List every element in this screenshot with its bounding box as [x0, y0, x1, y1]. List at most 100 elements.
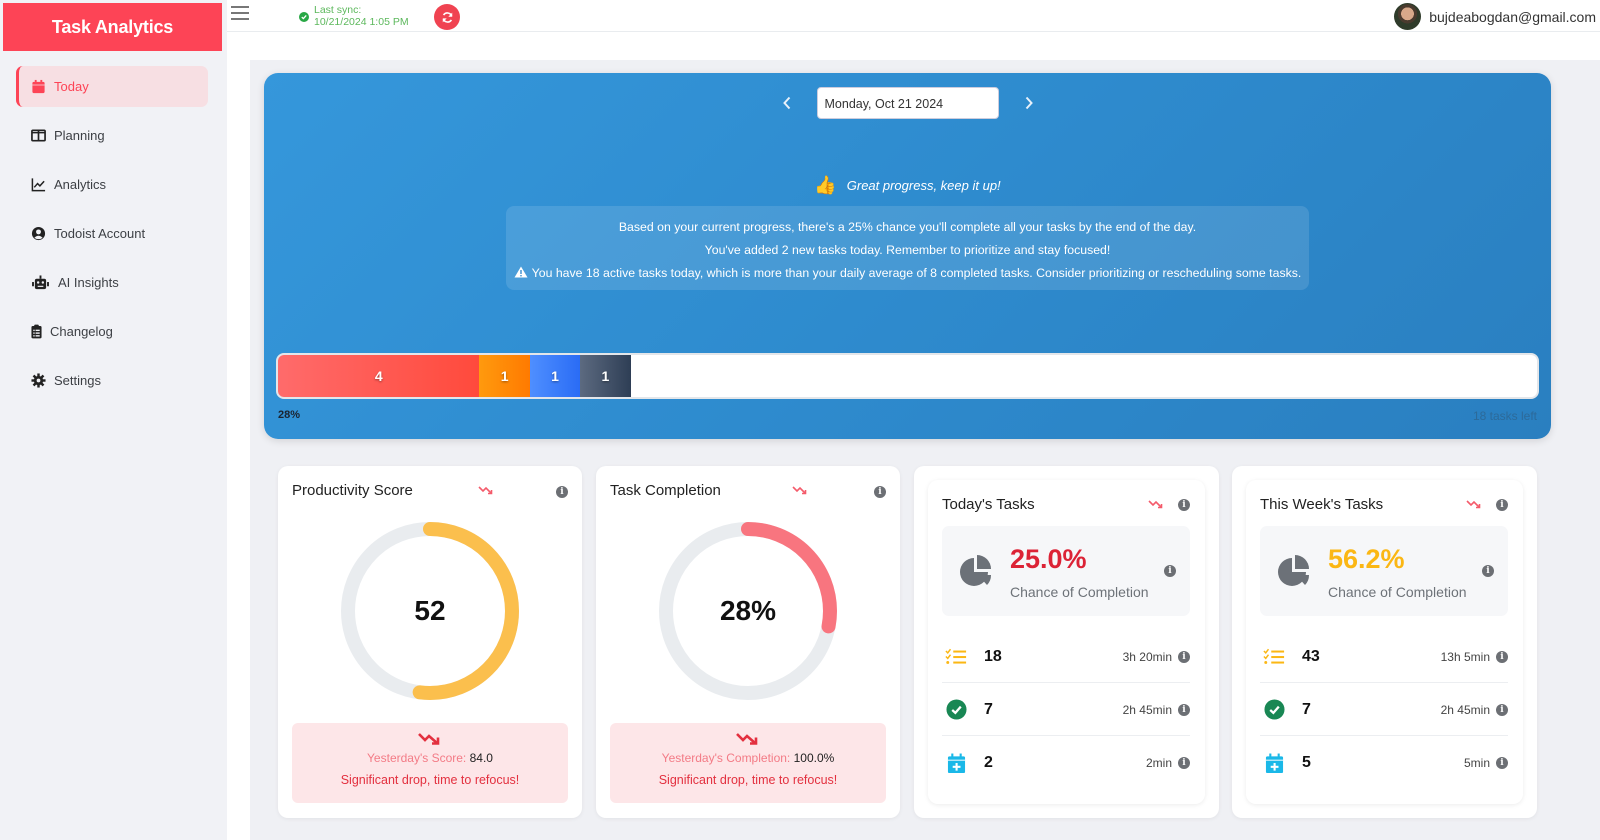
- sidebar-nav: Today Planning Analytics Todoist Account…: [16, 66, 208, 409]
- hamburger-menu-icon[interactable]: [231, 6, 249, 22]
- date-navigator: Monday, Oct 21 2024: [264, 87, 1551, 119]
- previous-value: Yesterday's Completion: 100.0%: [610, 751, 886, 765]
- sidebar-item-analytics[interactable]: Analytics: [16, 164, 208, 205]
- added-tasks-duration: 5min: [1463, 756, 1490, 770]
- calendar-plus-icon: [1262, 752, 1286, 774]
- completed-tasks-duration: 2h 45min: [1440, 702, 1490, 717]
- week-tasks-inner: This Week's Tasks i 56.2% Chance of Comp…: [1246, 480, 1523, 804]
- sidebar-item-label: Settings: [54, 373, 101, 388]
- info-icon[interactable]: i: [1178, 499, 1190, 511]
- next-day-button[interactable]: [1017, 91, 1041, 115]
- progress-segment: 4: [278, 355, 480, 397]
- todays-tasks-inner: Today's Tasks i 25.0% Chance of Completi…: [928, 480, 1205, 804]
- insight-warning-line: You have 18 active tasks today, which is…: [506, 262, 1309, 285]
- app-title[interactable]: Task Analytics: [3, 3, 222, 51]
- previous-day-button[interactable]: [775, 91, 799, 115]
- completed-tasks-count: 7: [1302, 700, 1311, 718]
- added-tasks-count: 5: [1302, 754, 1311, 771]
- pie-chart-icon: [1278, 555, 1310, 586]
- comparison-box: Yesterday's Completion: 100.0% Significa…: [610, 723, 886, 803]
- sidebar-item-label: AI Insights: [58, 275, 119, 290]
- user-email: bujdeabogdan@gmail.com: [1429, 8, 1596, 25]
- previous-value: Yesterday's Score: 84.0: [292, 751, 568, 765]
- card-title: Productivity Score: [292, 482, 413, 499]
- info-icon[interactable]: i: [1164, 565, 1176, 577]
- card-title: This Week's Tasks: [1260, 496, 1384, 513]
- info-icon[interactable]: i: [874, 486, 886, 498]
- completion-chance-value: 25.0%: [1010, 544, 1087, 574]
- refresh-button[interactable]: [434, 4, 460, 30]
- info-icon[interactable]: i: [1482, 565, 1494, 577]
- progress-percent: 28%: [278, 409, 301, 421]
- info-icon[interactable]: i: [1178, 650, 1190, 663]
- productivity-score-value: 52: [414, 595, 446, 626]
- user-circle-icon: [30, 226, 46, 242]
- task-progress-bar: 4111: [276, 353, 1539, 399]
- completed-tasks-row: 7 2h 45min i: [1260, 684, 1508, 736]
- completed-tasks-duration: 2h 45min: [1122, 702, 1172, 717]
- trend-down-icon: [736, 733, 758, 745]
- check-circle-icon: [1262, 699, 1286, 721]
- completion-value: 28%: [719, 595, 777, 626]
- check-circle-icon: [299, 12, 309, 22]
- active-tasks-row: 18 3h 20min i: [942, 631, 1190, 683]
- productivity-score-card: Productivity Score i 52 Yesterday's Scor…: [278, 466, 582, 818]
- insights-box: Based on your current progress, there's …: [506, 206, 1309, 290]
- clipboard-list-icon: [30, 324, 42, 340]
- info-icon[interactable]: i: [1496, 757, 1508, 769]
- sidebar: Task Analytics Today Planning Analytics …: [0, 0, 227, 840]
- sidebar-item-ai-insights[interactable]: AI Insights: [16, 262, 208, 303]
- progress-segment: 1: [580, 355, 631, 397]
- trend-down-icon: [1148, 500, 1163, 509]
- insight-line: You've added 2 new tasks today. Remember…: [704, 243, 1111, 257]
- motivation-message: 👍 Great progress, keep it up!: [264, 175, 1551, 196]
- sidebar-item-label: Analytics: [54, 177, 107, 192]
- sidebar-item-changelog[interactable]: Changelog: [16, 311, 208, 352]
- daily-overview-panel: Monday, Oct 21 2024 👍 Great progress, ke…: [264, 73, 1551, 439]
- sidebar-item-label: Today: [54, 79, 89, 94]
- added-tasks-count: 2: [984, 754, 993, 771]
- completed-tasks-count: 7: [984, 700, 993, 718]
- warning-icon: [514, 262, 528, 285]
- previous-label: Yesterday's Completion:: [661, 751, 791, 765]
- info-icon[interactable]: i: [1496, 650, 1508, 663]
- active-tasks-count: 18: [984, 647, 1002, 665]
- trend-down-icon: [478, 486, 493, 495]
- sync-status: Last sync: 10/21/2024 1:05 PM: [299, 4, 409, 28]
- sidebar-item-settings[interactable]: Settings: [16, 360, 208, 401]
- date-picker-input[interactable]: Monday, Oct 21 2024: [816, 87, 999, 119]
- check-circle-icon: [944, 699, 968, 721]
- active-tasks-duration: 13h 5min: [1440, 649, 1490, 664]
- sidebar-item-todoist-account[interactable]: Todoist Account: [16, 213, 208, 254]
- chevron-right-icon: [1025, 96, 1033, 110]
- trend-down-icon: [1466, 500, 1481, 509]
- task-list-icon: [944, 646, 968, 668]
- task-list-icon: [1262, 646, 1286, 668]
- active-tasks-row: 43 13h 5min i: [1260, 631, 1508, 683]
- sidebar-item-label: Changelog: [50, 324, 113, 339]
- columns-icon: [30, 128, 46, 144]
- trend-down-icon: [418, 733, 440, 745]
- completion-chance-value: 56.2%: [1328, 544, 1405, 574]
- sidebar-item-label: Todoist Account: [54, 226, 146, 241]
- info-icon[interactable]: i: [1178, 757, 1190, 769]
- refresh-icon: [442, 11, 452, 23]
- info-icon[interactable]: i: [1496, 703, 1508, 716]
- week-tasks-card: This Week's Tasks i 56.2% Chance of Comp…: [1232, 466, 1537, 818]
- added-tasks-duration: 2min: [1145, 756, 1172, 770]
- line-chart-icon: [30, 177, 46, 193]
- user-menu[interactable]: bujdeabogdan@gmail.com: [1394, 3, 1596, 30]
- trend-down-icon: [792, 486, 807, 495]
- sidebar-item-planning[interactable]: Planning: [16, 115, 208, 156]
- avatar: [1394, 3, 1422, 30]
- chevron-left-icon: [782, 96, 790, 110]
- info-icon[interactable]: i: [1178, 703, 1190, 716]
- gear-icon: [30, 373, 46, 389]
- sidebar-item-today[interactable]: Today: [16, 66, 208, 107]
- info-icon[interactable]: i: [1496, 499, 1508, 511]
- completion-chance-box: 25.0% Chance of Completion i: [942, 526, 1190, 616]
- insight-line: Based on your current progress, there's …: [618, 220, 1197, 234]
- info-icon[interactable]: i: [556, 486, 568, 498]
- sync-label: Last sync:: [314, 4, 362, 16]
- task-completion-card: Task Completion i 28% Yesterday's Comple…: [596, 466, 900, 818]
